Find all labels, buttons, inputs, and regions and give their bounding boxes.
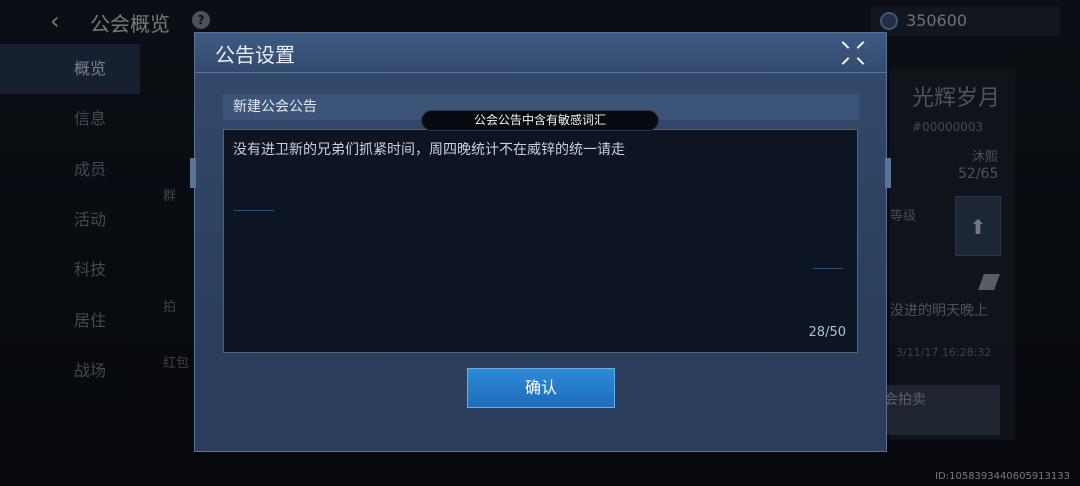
- decor-line: [813, 268, 843, 269]
- announcement-settings-dialog: 公告设置 新建公会公告 没有进卫新的兄弟们抓紧时间，周四晚统计不在威锌的统一请走…: [190, 32, 891, 452]
- dialog-header: 公告设置: [195, 33, 886, 73]
- dialog-notch-right: [885, 158, 891, 188]
- decor-line: [234, 210, 274, 211]
- announcement-text: 没有进卫新的兄弟们抓紧时间，周四晚统计不在威锌的统一请走: [233, 142, 625, 158]
- close-icon[interactable]: [840, 41, 866, 65]
- announcement-textarea[interactable]: 没有进卫新的兄弟们抓紧时间，周四晚统计不在威锌的统一请走 28/50: [223, 129, 858, 353]
- dialog-title: 公告设置: [215, 43, 295, 67]
- sensitive-word-toast: 公会公告中含有敏感词汇: [421, 110, 659, 131]
- char-counter: 28/50: [808, 325, 846, 340]
- dialog-notch-left: [190, 158, 196, 188]
- confirm-button[interactable]: 确认: [467, 368, 615, 408]
